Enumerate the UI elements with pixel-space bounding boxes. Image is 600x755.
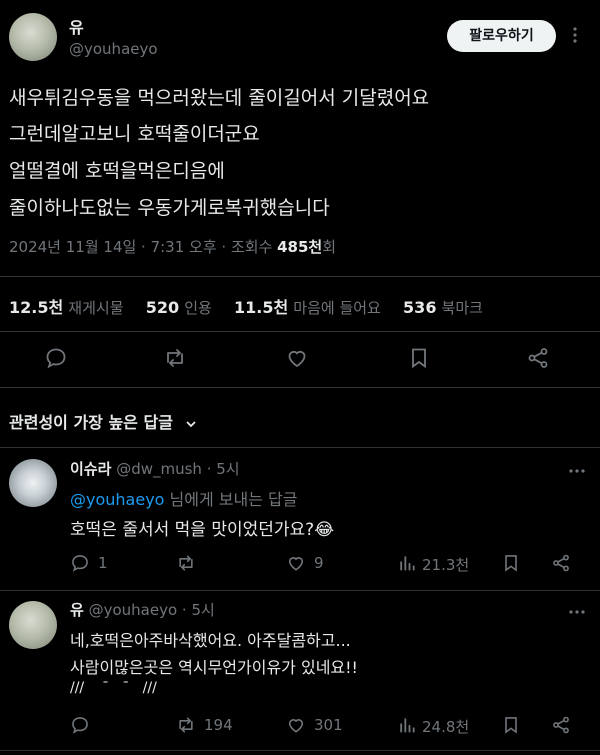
reply-header: 유 @youhaeyo · 5시	[70, 599, 215, 620]
more-options-icon[interactable]	[568, 603, 586, 621]
author-display-name[interactable]: 유	[69, 14, 84, 38]
stat-bookmarks[interactable]: 536 북마크	[403, 298, 483, 317]
reply-time[interactable]: · 5시	[207, 460, 240, 478]
like-icon[interactable]	[286, 553, 306, 573]
post-timestamp[interactable]: 2024년 11월 14일 · 7:31 오후 · 조회수	[9, 238, 277, 256]
like-count: 9	[314, 554, 324, 572]
stat-quotes[interactable]: 520 인용	[146, 298, 212, 317]
post-stats: 12.5천 재게시물 520 인용 11.5천 마음에 들어요 536 북마크	[9, 294, 483, 318]
divider	[0, 387, 600, 388]
divider	[0, 447, 600, 448]
reply-count: 1	[98, 554, 108, 572]
like-icon[interactable]	[286, 715, 306, 735]
divider	[0, 331, 600, 332]
reply-text-line: 네,호떡은아주바삭했어요. 아주달콤하고...	[70, 631, 351, 650]
like-icon[interactable]	[285, 346, 309, 370]
reply-time[interactable]: · 5시	[182, 601, 215, 619]
views-icon[interactable]	[397, 553, 417, 573]
post-text-line: 얼떨결에 호떡을먹은디음에	[9, 160, 225, 182]
view-count: 21.3천	[422, 556, 470, 574]
reply-action-bar: 194 301 24.8천	[70, 715, 590, 737]
repost-icon[interactable]	[176, 553, 196, 573]
like-count: 301	[314, 716, 343, 734]
view-count: 24.8천	[422, 718, 470, 736]
follow-button[interactable]: 팔로우하기	[447, 20, 556, 52]
views-icon[interactable]	[397, 715, 417, 735]
replying-to-suffix: 님에게 보내는 답글	[164, 490, 298, 509]
repost-icon[interactable]	[176, 715, 196, 735]
share-icon[interactable]	[526, 346, 550, 370]
divider	[0, 276, 600, 277]
bookmark-icon[interactable]	[501, 715, 521, 735]
author-handle[interactable]: @youhaeyo	[69, 40, 158, 58]
post-meta[interactable]: 2024년 11월 14일 · 7:31 오후 · 조회수 485천회	[9, 236, 336, 257]
replying-to: @youhaeyo 님에게 보내는 답글	[70, 486, 297, 510]
bookmark-icon[interactable]	[501, 553, 521, 573]
reply-author-handle[interactable]: @dw_mush	[116, 460, 202, 478]
stat-likes[interactable]: 11.5천 마음에 들어요	[234, 298, 381, 317]
post-text-line: 줄이하나도없는 우동가게로복귀했습니다	[9, 197, 330, 219]
bookmark-icon[interactable]	[407, 346, 431, 370]
stat-reposts[interactable]: 12.5천 재게시물	[9, 298, 124, 317]
reply-text-line: /// ¯ ¯ ///	[70, 680, 157, 696]
view-count: 485천	[277, 238, 323, 256]
post-text-line: 그런데알고보니 호떡줄이더군요	[9, 123, 260, 145]
reply-sort-selector[interactable]: 관련성이 가장 높은 답글	[9, 409, 198, 433]
reply-icon[interactable]	[44, 346, 68, 370]
replying-to-mention[interactable]: @youhaeyo	[70, 490, 164, 509]
repost-icon[interactable]	[163, 346, 187, 370]
repost-count: 194	[204, 716, 233, 734]
share-icon[interactable]	[551, 715, 571, 735]
reply-action-bar: 1 9 21.3천	[70, 553, 590, 575]
reply-header: 이슈라 @dw_mush · 5시	[70, 458, 240, 479]
chevron-down-icon	[184, 417, 198, 431]
more-options-icon[interactable]	[568, 462, 586, 480]
post-text-line: 새우튀김우동을 먹으러왔는데 줄이길어서 기달렸어요	[9, 87, 430, 109]
divider	[0, 590, 600, 591]
reply-text-line: 사람이많은곳은 역시무언가이유가 있네요!!	[70, 658, 358, 677]
divider	[0, 750, 600, 751]
author-avatar[interactable]	[9, 13, 57, 61]
reply-avatar[interactable]	[9, 601, 57, 649]
reply-icon[interactable]	[70, 553, 90, 573]
more-options-icon[interactable]	[566, 26, 584, 44]
share-icon[interactable]	[551, 553, 571, 573]
reply-sort-label: 관련성이 가장 높은 답글	[9, 413, 173, 432]
view-count-suffix: 회	[322, 238, 337, 256]
reply-icon[interactable]	[70, 715, 90, 735]
reply-author-name[interactable]: 유	[70, 601, 84, 619]
reply-author-handle[interactable]: @youhaeyo	[89, 601, 178, 619]
reply-text: 호떡은 줄서서 먹을 맛이었던가요?😂	[70, 520, 335, 540]
reply-author-name[interactable]: 이슈라	[70, 460, 111, 478]
reply-avatar[interactable]	[9, 459, 57, 507]
